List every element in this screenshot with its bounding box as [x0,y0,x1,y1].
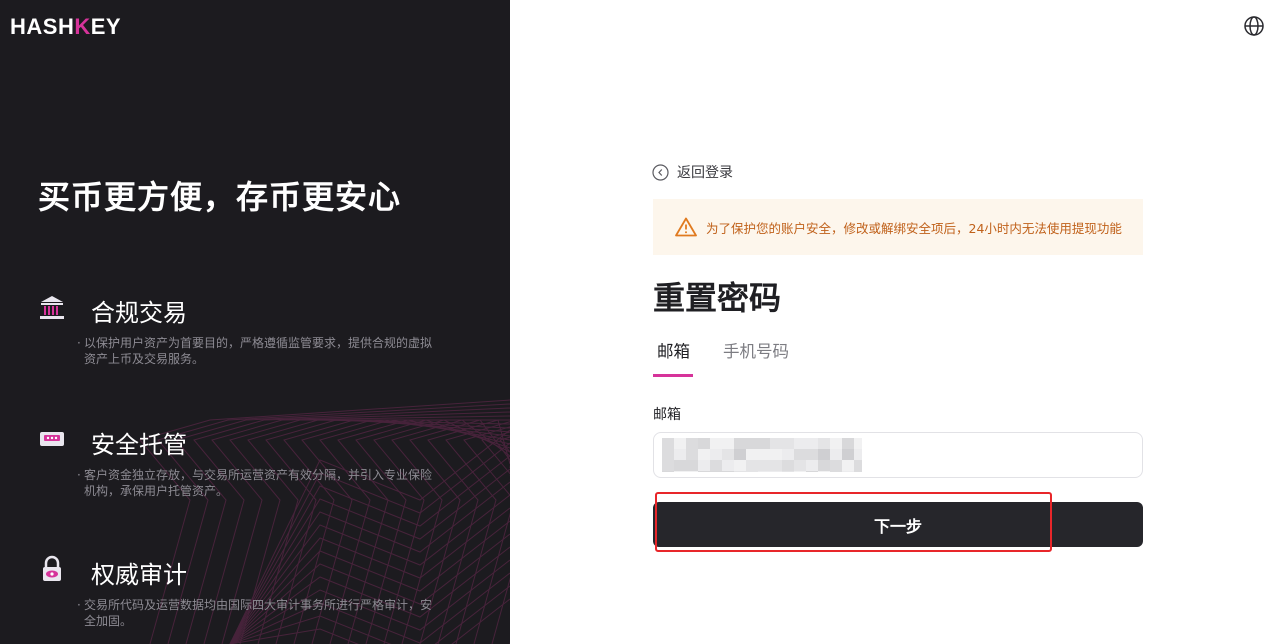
hero-headline: 买币更方便，存币更安心 [38,178,402,216]
page-title: 重置密码 [653,279,782,317]
warning-text: 为了保护您的账户安全，修改或解绑安全项后，24小时内无法使用提现功能 [706,220,1122,236]
back-to-login-link[interactable]: 返回登录 [652,162,733,182]
tab-email[interactable]: 邮箱 [657,338,690,376]
feature-description: · 客户资金独立存放，与交易所运营资产有效分隔，并引入专业保险机构，承保用户托管资… [77,468,433,498]
feature-title: 安全托管 [91,431,187,459]
feature-title: 合规交易 [91,299,187,327]
tab-phone[interactable]: 手机号码 [723,338,789,376]
warning-icon [675,217,697,237]
feature-title: 权威审计 [91,561,187,589]
vault-icon [38,425,66,453]
hashkey-logo[interactable]: HASHKEY [10,14,121,40]
lock-eye-icon [38,555,66,583]
back-label: 返回登录 [677,165,733,181]
active-tab-indicator [653,374,693,377]
brand-panel: HASHKEY 买币更方便，存币更安心 合规交易 · 以保护用户资产为首要目的，严… [0,0,510,644]
feature-description: · 交易所代码及运营数据均由国际四大审计事务所进行严格审计，安全加固。 [77,598,433,628]
decorative-mesh-pattern [139,399,510,644]
security-warning-banner: 为了保护您的账户安全，修改或解绑安全项后，24小时内无法使用提现功能 [653,199,1143,255]
email-field-label: 邮箱 [653,407,681,423]
chevron-left-icon [652,163,669,181]
next-step-button[interactable]: 下一步 [653,502,1143,547]
feature-description: · 以保护用户资产为首要目的，严格遵循监管要求，提供合规的虚拟资产上币及交易服务。 [77,336,433,366]
email-field[interactable] [653,432,1143,478]
reset-method-tabs: 邮箱 手机号码 [653,338,1143,378]
bank-icon [38,293,66,321]
globe-icon[interactable] [1243,15,1265,37]
